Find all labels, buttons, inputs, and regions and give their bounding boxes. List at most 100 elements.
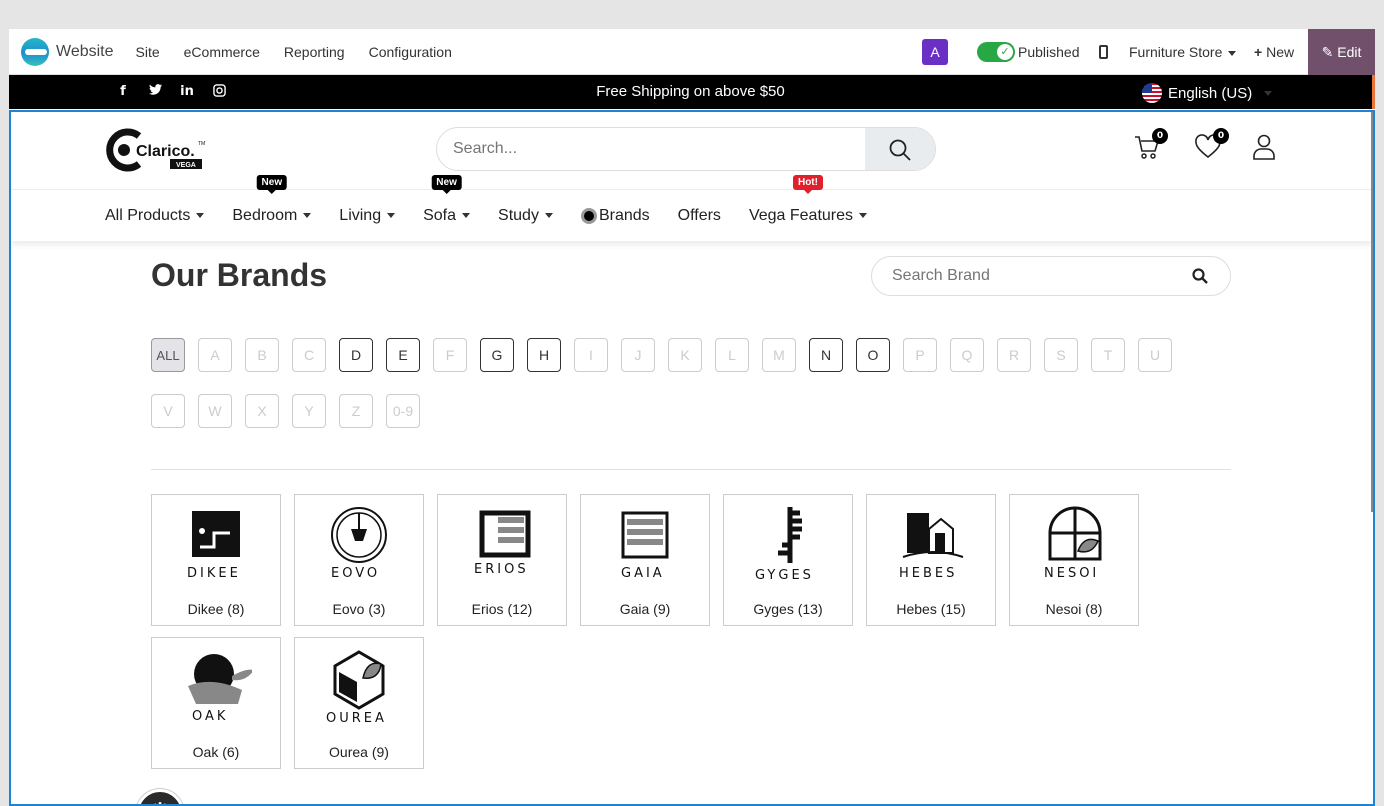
menu-site[interactable]: Site <box>136 44 160 60</box>
letter-filter-0-9: 0-9 <box>386 394 420 428</box>
brand-card-gyges[interactable]: GYGES Gyges (13) <box>723 494 853 626</box>
new-button[interactable]: + New <box>1254 44 1294 60</box>
odoo-menu: Site eCommerce Reporting Configuration <box>136 44 452 60</box>
letter-filter-f: F <box>433 338 467 372</box>
nav-all-products[interactable]: All Products <box>105 207 204 225</box>
letter-filter-s: S <box>1044 338 1078 372</box>
letter-filter-n[interactable]: N <box>809 338 843 372</box>
brand-label: Eovo (3) <box>295 601 423 617</box>
nav-study[interactable]: Study <box>498 207 553 225</box>
letter-filter-z: Z <box>339 394 373 428</box>
new-label: New <box>1266 44 1295 60</box>
clarico-logo[interactable]: Clarico. TM VEGA <box>103 128 207 172</box>
brand-label: Gaia (9) <box>581 601 709 617</box>
nav-vega-features[interactable]: Hot! Vega Features <box>749 174 867 225</box>
search-icon[interactable] <box>1192 268 1208 284</box>
search-input[interactable] <box>437 128 867 170</box>
website-preview: Clarico. TM VEGA 0 0 <box>9 110 1375 806</box>
scrollbar[interactable] <box>1371 112 1373 512</box>
letter-filter-t: T <box>1091 338 1125 372</box>
nav-label: Offers <box>677 206 721 224</box>
odoo-topbar: Website Site eCommerce Reporting Configu… <box>9 29 1375 75</box>
letter-filter-r: R <box>997 338 1031 372</box>
logo-text: OUREA <box>326 711 387 726</box>
search-button[interactable] <box>865 128 935 170</box>
brand-card-dikee[interactable]: DIKEE Dikee (8) <box>151 494 281 626</box>
wishlist-button[interactable]: 0 <box>1195 128 1229 160</box>
brand-label: Gyges (13) <box>724 601 852 617</box>
brand-card-nesoi[interactable]: NESOI Nesoi (8) <box>1009 494 1139 626</box>
store-dropdown[interactable]: Furniture Store <box>1129 44 1236 60</box>
plus-icon: + <box>1254 44 1263 60</box>
cart-count-badge: 0 <box>1152 128 1168 144</box>
edit-button[interactable]: ✎ Edit <box>1308 29 1375 75</box>
brand-label: Nesoi (8) <box>1010 601 1138 617</box>
ourea-logo: OUREA <box>326 650 387 726</box>
letter-filter: ALL A B C D E F G H I J K L M N O P Q R S T U V W X Y Z 0-9 <box>151 338 1201 428</box>
brand-card-ourea[interactable]: OUREA Ourea (9) <box>294 637 424 769</box>
brand-card-oak[interactable]: OAK Oak (6) <box>151 637 281 769</box>
letter-filter-u: U <box>1138 338 1172 372</box>
nav-living[interactable]: Living <box>339 207 395 225</box>
brand-card-hebes[interactable]: HEBES Hebes (15) <box>866 494 996 626</box>
oak-logo: OAK <box>188 654 252 724</box>
nav-offers[interactable]: Offers <box>678 207 721 225</box>
logo-text: GAIA <box>621 566 665 581</box>
svg-text:VEGA: VEGA <box>176 162 196 169</box>
brand-card-gaia[interactable]: GAIA Gaia (9) <box>580 494 710 626</box>
menu-ecommerce[interactable]: eCommerce <box>184 44 260 60</box>
language-selector[interactable]: English (US) <box>1142 83 1272 103</box>
menu-reporting[interactable]: Reporting <box>284 44 345 60</box>
brand-search-input[interactable] <box>872 257 1172 295</box>
nav-label: Brands <box>598 206 650 224</box>
logo-text: HEBES <box>899 566 957 581</box>
letter-filter-o[interactable]: O <box>856 338 890 372</box>
nesoi-logo: NESOI <box>1044 506 1102 581</box>
nav-sofa[interactable]: New Sofa <box>423 174 470 225</box>
us-flag-icon <box>1142 83 1162 103</box>
mobile-preview-icon[interactable] <box>1099 45 1108 59</box>
app-name[interactable]: Website <box>56 43 114 61</box>
nav-label: Bedroom <box>232 206 298 224</box>
svg-text:TM: TM <box>198 141 205 147</box>
letter-filter-p: P <box>903 338 937 372</box>
gaia-logo: GAIA <box>621 511 669 581</box>
letter-filter-m: M <box>762 338 796 372</box>
settings-gear-button[interactable]: ⚙ <box>136 789 184 804</box>
logo-text: ERIOS <box>474 562 529 577</box>
menu-configuration[interactable]: Configuration <box>369 44 452 60</box>
nav-label: Living <box>339 206 382 224</box>
letter-filter-g[interactable]: G <box>480 338 514 372</box>
cart-button[interactable]: 0 <box>1134 128 1168 160</box>
brand-card-erios[interactable]: ERIOS Erios (12) <box>437 494 567 626</box>
nav-brands[interactable]: Brands <box>580 206 650 225</box>
letter-filter-e[interactable]: E <box>386 338 420 372</box>
published-toggle[interactable] <box>977 42 1015 62</box>
user-icon <box>1253 134 1275 160</box>
brand-card-eovo[interactable]: EOVO Eovo (3) <box>294 494 424 626</box>
search-icon <box>889 139 911 161</box>
new-tag: New <box>256 174 288 194</box>
eovo-logo: EOVO <box>331 507 387 581</box>
brand-label: Oak (6) <box>152 744 280 760</box>
letter-filter-q: Q <box>950 338 984 372</box>
letter-filter-all[interactable]: ALL <box>151 338 185 372</box>
svg-text:Clarico.: Clarico. <box>136 143 195 160</box>
brand-label: Hebes (15) <box>867 601 995 617</box>
user-avatar[interactable]: A <box>922 39 948 65</box>
website-app-icon[interactable] <box>21 37 49 66</box>
letter-filter-c: C <box>292 338 326 372</box>
nav-bedroom[interactable]: New Bedroom <box>232 174 311 225</box>
main-nav: All Products New Bedroom Living New Sofa S… <box>11 174 1373 241</box>
letter-filter-h[interactable]: H <box>527 338 561 372</box>
brand-grid: DIKEE Dikee (8) EOVO Eovo (3) ERIOS Erio… <box>151 494 1151 769</box>
brand-label: Dikee (8) <box>152 601 280 617</box>
page-title: Our Brands <box>151 257 328 293</box>
brand-search <box>871 256 1231 296</box>
account-button[interactable] <box>1252 134 1278 160</box>
announcement-bar: f in Free Shipping on above $50 English … <box>9 75 1375 109</box>
letter-filter-d[interactable]: D <box>339 338 373 372</box>
brand-label: Ourea (9) <box>295 744 423 760</box>
published-label[interactable]: Published <box>1018 44 1080 60</box>
letter-filter-a: A <box>198 338 232 372</box>
